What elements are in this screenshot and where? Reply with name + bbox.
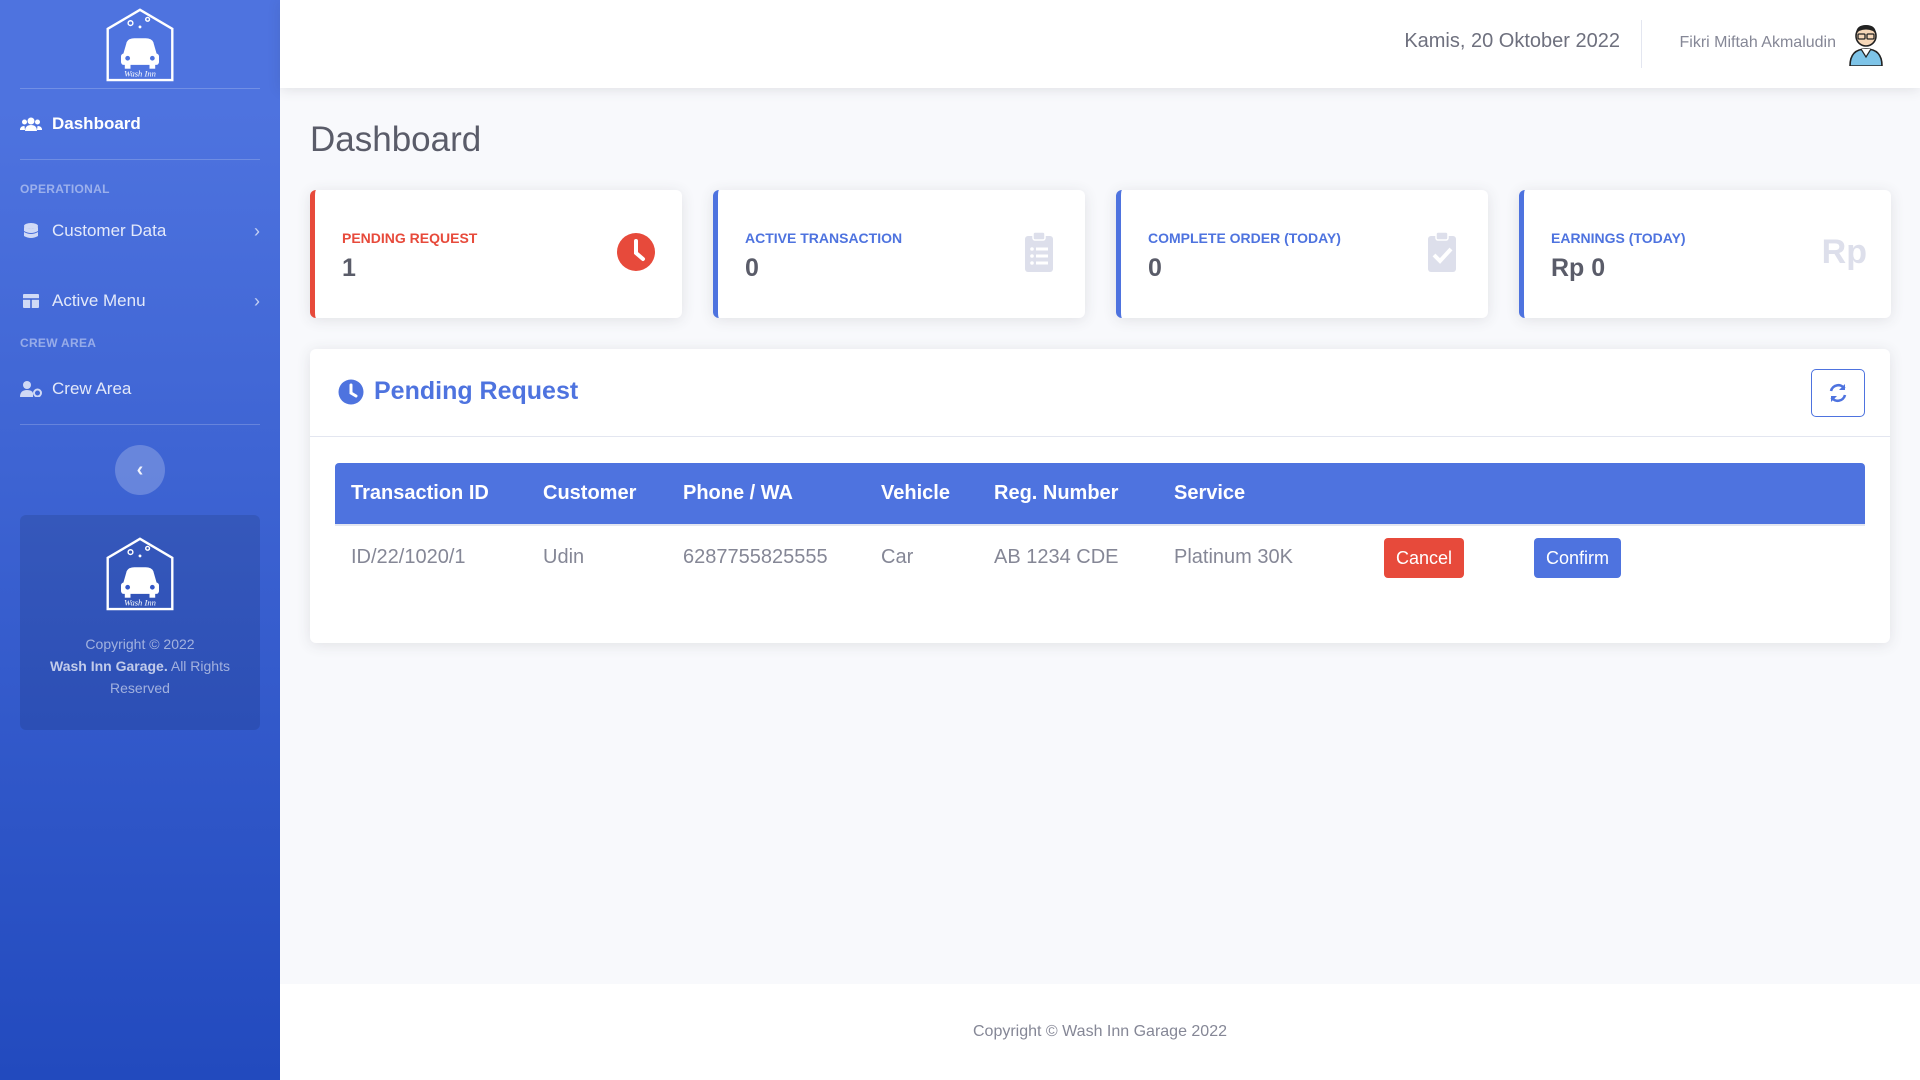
- card-title: Pending Request: [338, 377, 578, 406]
- stat-value: 1: [342, 254, 356, 282]
- chevron-right-icon: ›: [254, 290, 260, 311]
- sidebar-divider: [20, 424, 260, 425]
- sidebar-item-crew-area[interactable]: Crew Area: [0, 354, 280, 424]
- clipboard-list-icon: [1017, 230, 1061, 274]
- card-title-text: Pending Request: [374, 377, 579, 405]
- stat-label: Pending Request: [342, 230, 478, 246]
- sidebar-toggle-button[interactable]: ‹: [115, 445, 165, 495]
- company-name: Wash Inn Garage.: [50, 658, 168, 674]
- cell-customer: Udin: [527, 524, 667, 589]
- sidebar-divider: [20, 159, 260, 160]
- stat-value: Rp 0: [1551, 254, 1606, 282]
- cell-transaction-id: ID/22/1020/1: [335, 524, 527, 589]
- clipboard-check-icon: [1420, 230, 1464, 274]
- stat-label: Complete Order (Today): [1148, 230, 1341, 246]
- svg-text:Wash Inn: Wash Inn: [124, 597, 156, 607]
- user-name[interactable]: Fikri Miftah Akmaludin: [1680, 34, 1837, 52]
- pending-request-table: Transaction ID Customer Phone / WA Vehic…: [335, 463, 1865, 589]
- topbar: Kamis, 20 Oktober 2022 Fikri Miftah Akma…: [280, 0, 1920, 88]
- sidebar-item-dashboard[interactable]: Dashboard: [0, 89, 280, 159]
- rupiah-icon: Rp: [1821, 232, 1867, 271]
- pending-request-card: Pending Request Transaction ID Customer: [310, 349, 1890, 643]
- refresh-button[interactable]: [1811, 369, 1865, 417]
- sidebar-item-label: Crew Area: [52, 379, 132, 398]
- stat-card-complete-order: Complete Order (Today) 0: [1116, 190, 1488, 318]
- stat-value: 0: [745, 254, 759, 282]
- column-header-actions: [1368, 463, 1518, 525]
- sidebar-copyright-card: Wash Inn Copyright © 2022 Wash Inn Garag…: [20, 515, 260, 730]
- sidebar-item-label: Active Menu: [52, 291, 146, 310]
- copyright-rights: Wash Inn Garage. All Rights Reserved: [20, 655, 260, 699]
- column-header: Vehicle: [881, 482, 950, 504]
- chevron-left-icon: ‹: [136, 458, 144, 481]
- column-header-actions: [1518, 463, 1865, 525]
- avatar[interactable]: [1846, 22, 1886, 66]
- stat-card-pending-request: Pending Request 1: [310, 190, 682, 318]
- card-header: Pending Request: [310, 349, 1890, 437]
- clock-icon: [338, 379, 364, 404]
- column-header: Phone / WA: [683, 482, 793, 504]
- cell-phone: 6287755825555: [667, 524, 865, 589]
- cell-confirm: Confirm: [1518, 524, 1865, 589]
- chevron-right-icon: ›: [254, 220, 260, 241]
- wash-inn-logo: Wash Inn: [106, 8, 174, 82]
- svg-text:Wash Inn: Wash Inn: [124, 68, 156, 78]
- sidebar-heading-operational: Operational: [20, 182, 110, 196]
- stat-card-earnings: Earnings (Today) Rp 0 Rp: [1519, 190, 1891, 318]
- users-icon: [20, 115, 42, 133]
- table-icon: [20, 292, 42, 310]
- sidebar-item-label: Dashboard: [52, 114, 141, 133]
- table-row: ID/22/1020/1 Udin 6287755825555 Car AB 1…: [335, 524, 1865, 589]
- cell-service: Platinum 30K: [1158, 524, 1368, 589]
- column-header: Customer: [543, 482, 637, 504]
- footer: Copyright © Wash Inn Garage 2022: [280, 984, 1920, 1080]
- page-title: Dashboard: [310, 120, 482, 159]
- sidebar-item-customer-data[interactable]: Customer Data ›: [0, 196, 280, 266]
- sidebar-heading-crew-area: Crew Area: [20, 336, 97, 350]
- cancel-button[interactable]: Cancel: [1384, 537, 1465, 578]
- current-date: Kamis, 20 Oktober 2022: [1404, 30, 1620, 52]
- sidebar-item-label: Customer Data: [52, 221, 167, 240]
- confirm-button[interactable]: Confirm: [1534, 537, 1622, 578]
- wash-inn-logo: Wash Inn: [106, 537, 174, 611]
- database-icon: [20, 222, 42, 240]
- copyright-text: Copyright © 2022: [85, 636, 195, 652]
- clock-icon: [614, 230, 658, 274]
- stat-label: Active Transaction: [745, 230, 903, 246]
- column-header: Service: [1174, 482, 1246, 504]
- column-header: Reg. Number: [994, 482, 1119, 504]
- stat-value: 0: [1148, 254, 1162, 282]
- cell-vehicle: Car: [865, 524, 978, 589]
- table-header-row: Transaction ID Customer Phone / WA Vehic…: [335, 463, 1865, 525]
- sidebar: Wash Inn Dashboard Operational Customer …: [0, 0, 280, 1080]
- footer-copyright: Copyright © Wash Inn Garage 2022: [973, 1023, 1227, 1040]
- topbar-divider: [1641, 20, 1642, 68]
- cell-cancel: Cancel: [1368, 524, 1518, 589]
- column-header: Transaction ID: [351, 482, 489, 504]
- refresh-icon: [1829, 383, 1847, 403]
- sidebar-brand[interactable]: Wash Inn: [0, 0, 280, 88]
- user-cog-icon: [20, 380, 42, 398]
- cell-reg-number: AB 1234 CDE: [978, 524, 1158, 589]
- sidebar-item-active-menu[interactable]: Active Menu ›: [0, 266, 280, 336]
- stat-label: Earnings (Today): [1551, 230, 1686, 246]
- stat-card-active-transaction: Active Transaction 0: [713, 190, 1085, 318]
